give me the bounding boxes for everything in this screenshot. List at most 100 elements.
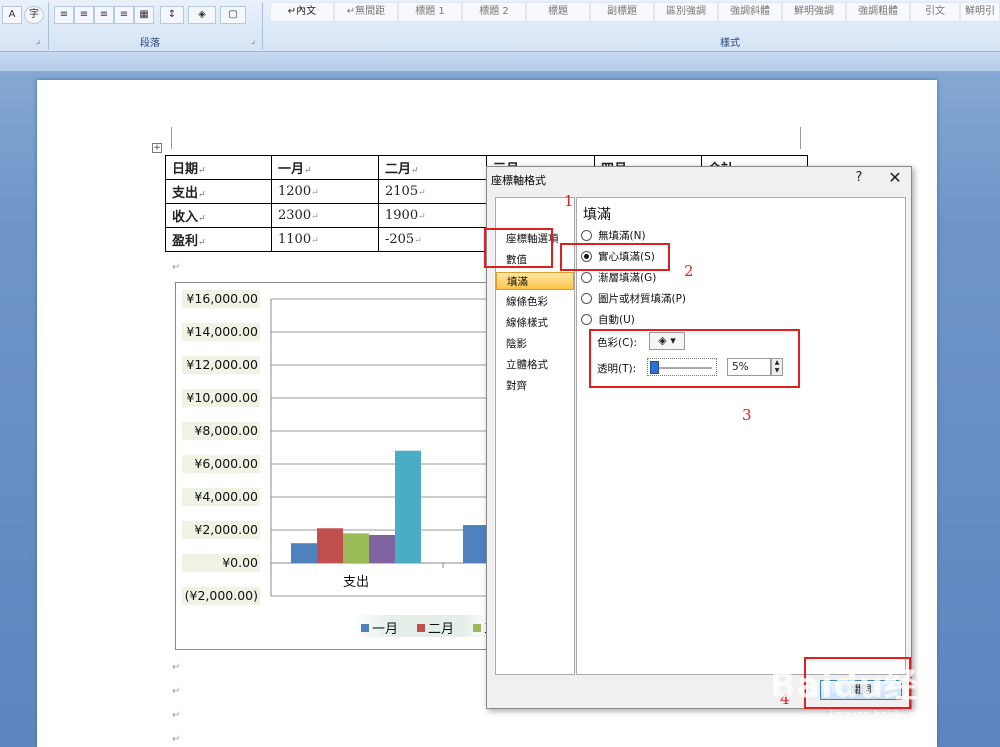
style-heading-2[interactable]: 標題 2	[462, 2, 526, 22]
style-strong[interactable]: 強調粗體	[846, 2, 910, 22]
table-cell[interactable]: -205↵	[378, 227, 487, 252]
y-tick-label: ¥4,000.00	[182, 488, 260, 506]
no-fill-radio[interactable]: 無填滿(N)	[581, 228, 646, 244]
bar-0-0	[291, 543, 317, 563]
y-tick-label: ¥16,000.00	[182, 290, 260, 308]
style-emphasis[interactable]: 強調斜體	[718, 2, 782, 22]
paragraph-mark: ↵	[172, 686, 181, 697]
font-dialog-launcher-icon[interactable]: ⌟	[36, 36, 40, 46]
watermark-url: jingyan.baidu.com	[830, 708, 932, 721]
paragraph-mark: ↵	[172, 662, 181, 673]
chart-legend[interactable]: 一月二月三月	[351, 615, 510, 637]
distributed-icon[interactable]: ▦	[134, 6, 154, 24]
y-tick-label: ¥0.00	[182, 554, 260, 572]
table-cell[interactable]: 1900↵	[378, 203, 487, 228]
table-cell[interactable]: 1100↵	[271, 227, 379, 252]
legend-label: 二月	[428, 622, 455, 637]
paragraph-group-label: 段落	[140, 38, 160, 49]
font-color-a-button[interactable]: A	[2, 6, 22, 24]
close-icon[interactable]: ✕	[883, 168, 907, 187]
legend-swatch	[473, 624, 481, 632]
category-shadow[interactable]: 陰影	[496, 335, 574, 353]
legend-swatch	[361, 624, 369, 632]
table-cell[interactable]: 2105↵	[378, 179, 487, 204]
category-3d-format[interactable]: 立體格式	[496, 356, 574, 374]
ribbon: A 字 ≡ ≡ ≡ ≡ ▦ ↕ ◈ ▢ ⌟ 段落 ⌟ ↵內文 ↵無間距 標題 1…	[0, 0, 1000, 52]
align-center-icon[interactable]: ≡	[74, 6, 94, 24]
bar-2-0	[343, 533, 369, 563]
y-tick-label: ¥12,000.00	[182, 356, 260, 374]
annotation-box-2	[560, 243, 670, 271]
annotation-number-1: 1	[564, 192, 574, 210]
bar-1-0	[317, 528, 343, 563]
radio-icon	[581, 230, 592, 241]
legend-label: 一月	[372, 622, 399, 637]
option-label: 無填滿(N)	[598, 230, 646, 242]
gradient-fill-radio[interactable]: 漸層填滿(G)	[581, 270, 656, 286]
paragraph-mark: ↵	[172, 734, 181, 745]
style-subtitle[interactable]: 副標題	[590, 2, 654, 22]
option-label: 自動(U)	[598, 314, 635, 326]
category-line-color[interactable]: 線條色彩	[496, 293, 574, 311]
category-fill[interactable]: 填滿	[496, 272, 574, 290]
automatic-fill-radio[interactable]: 自動(U)	[581, 312, 635, 328]
style-quote[interactable]: 引文	[910, 2, 960, 22]
watermark-logo: Baidu经验	[770, 666, 920, 747]
category-alignment[interactable]: 對齊	[496, 377, 574, 395]
style-title[interactable]: 標題	[526, 2, 590, 22]
picture-fill-radio[interactable]: 圖片或材質填滿(P)	[581, 291, 686, 307]
table-cell[interactable]: 盈利↵	[165, 227, 272, 252]
table-cell[interactable]: 二月↵	[378, 155, 487, 180]
option-label: 圖片或材質填滿(P)	[598, 293, 687, 305]
style-no-spacing[interactable]: ↵無間距	[334, 2, 398, 22]
enclose-char-button[interactable]: 字	[24, 6, 44, 24]
legend-item: 二月	[417, 618, 454, 637]
style-normal[interactable]: ↵內文	[270, 2, 334, 22]
shading-icon[interactable]: ◈	[188, 6, 216, 24]
margin-crop-mark	[171, 127, 172, 149]
radio-icon	[581, 293, 592, 304]
annotation-box-3	[589, 329, 800, 388]
style-subtle-emphasis[interactable]: 區別強調	[654, 2, 718, 22]
bar-3-0	[369, 534, 395, 563]
y-tick-label: ¥14,000.00	[182, 323, 260, 341]
y-tick-label: ¥6,000.00	[182, 455, 260, 473]
x-category-label: 支出	[343, 575, 370, 590]
style-intense-quote[interactable]: 鮮明引	[960, 2, 1000, 22]
y-tick-label: (¥2,000.00)	[182, 587, 260, 605]
table-cell[interactable]: 1200↵	[271, 179, 379, 204]
table-move-handle-icon[interactable]: +	[152, 143, 162, 153]
y-tick-label: ¥10,000.00	[182, 389, 260, 407]
ribbon-separator	[48, 2, 49, 50]
category-line-style[interactable]: 線條樣式	[496, 314, 574, 332]
table-cell[interactable]: 一月↵	[271, 155, 379, 180]
ruler-band	[0, 52, 1000, 72]
help-icon[interactable]: ?	[849, 170, 869, 185]
borders-icon[interactable]: ▢	[220, 6, 246, 24]
style-intense-emphasis[interactable]: 鮮明強調	[782, 2, 846, 22]
align-right-icon[interactable]: ≡	[94, 6, 114, 24]
table-cell[interactable]: 2300↵	[271, 203, 379, 228]
y-tick-label: ¥2,000.00	[182, 521, 260, 539]
table-cell[interactable]: 日期↵	[165, 155, 272, 180]
annotation-box-1	[484, 228, 553, 268]
watermark: Baidu经验 jingyan.baidu.com	[760, 640, 950, 747]
bar-4-0	[395, 450, 421, 563]
table-cell[interactable]: 收入↵	[165, 203, 272, 228]
margin-crop-mark	[800, 127, 801, 149]
y-tick-label: ¥8,000.00	[182, 422, 260, 440]
panel-title: 填滿	[583, 207, 611, 223]
table-cell[interactable]: 支出↵	[165, 179, 272, 204]
paragraph-mark: ↵	[172, 710, 181, 721]
align-left-icon[interactable]: ≡	[54, 6, 74, 24]
paragraph-dialog-launcher-icon[interactable]: ⌟	[251, 36, 255, 46]
styles-group-label: 樣式	[720, 38, 740, 49]
paragraph-mark: ↵	[172, 262, 181, 273]
legend-item: 一月	[361, 618, 398, 637]
radio-icon	[581, 272, 592, 283]
legend-swatch	[417, 624, 425, 632]
justify-icon[interactable]: ≡	[114, 6, 134, 24]
line-spacing-icon[interactable]: ↕	[160, 6, 184, 24]
option-label: 漸層填滿(G)	[598, 272, 657, 284]
style-heading-1[interactable]: 標題 1	[398, 2, 462, 22]
